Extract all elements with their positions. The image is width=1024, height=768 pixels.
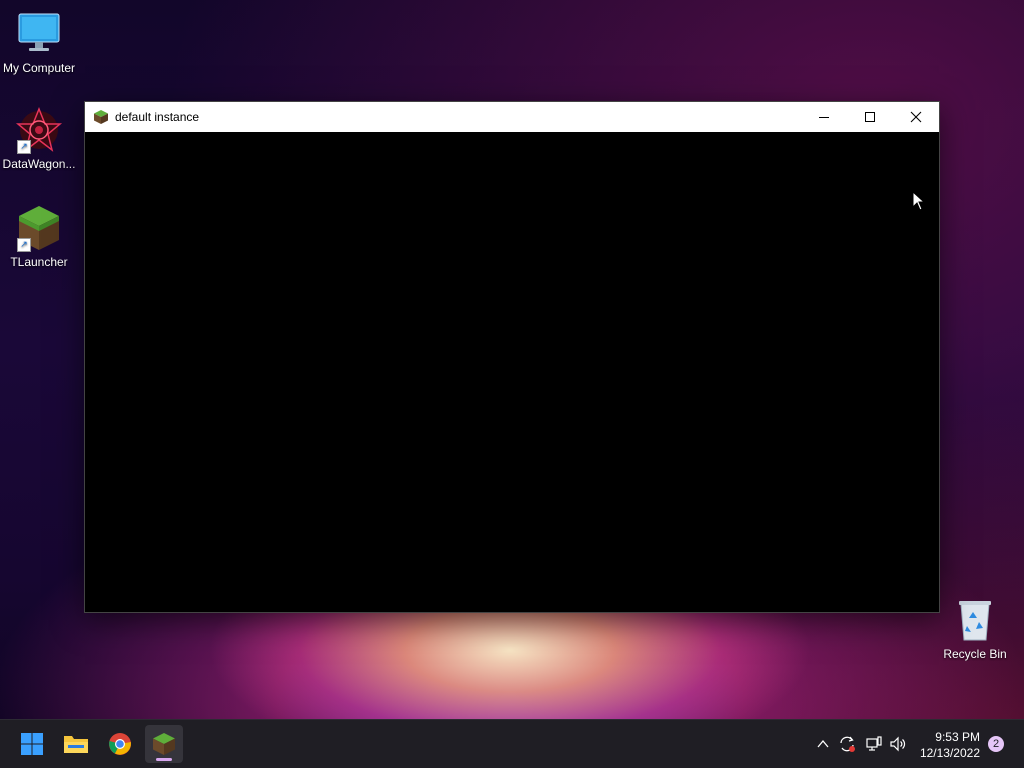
monitor-icon (15, 10, 63, 58)
window-titlebar[interactable]: default instance (85, 102, 939, 132)
shortcut-arrow-icon: ↗ (17, 140, 31, 154)
window-controls (801, 102, 939, 132)
minecraft-grass-block-icon (153, 733, 175, 755)
chevron-up-icon (817, 739, 829, 748)
taskbar-clock[interactable]: 9:53 PM 12/13/2022 (920, 729, 980, 761)
sync-icon (840, 736, 855, 752)
desktop-icon-label: Recycle Bin (943, 647, 1007, 661)
minecraft-grass-block-icon (93, 109, 109, 125)
taskbar-minecraft[interactable] (145, 725, 183, 763)
desktop-icon-label: My Computer (2, 61, 76, 75)
network-button[interactable] (864, 734, 884, 754)
app-window[interactable]: default instance (85, 102, 939, 612)
minimize-icon (819, 117, 829, 118)
datawagon-icon: ↗ (15, 106, 63, 154)
window-title: default instance (115, 110, 200, 124)
start-button[interactable] (13, 725, 51, 763)
taskbar: 9:53 PM 12/13/2022 2 (0, 719, 1024, 768)
game-canvas[interactable] (85, 132, 939, 612)
desktop-icon-label: DataWagon... (2, 157, 76, 171)
volume-icon (890, 736, 906, 752)
active-app-indicator (156, 758, 172, 761)
network-icon (866, 736, 882, 751)
volume-button[interactable] (888, 734, 908, 754)
desktop-icon-recycle-bin[interactable]: Recycle Bin (936, 596, 1014, 661)
desktop-icon-label: TLauncher (10, 255, 68, 269)
close-button[interactable] (893, 102, 939, 132)
close-icon (910, 111, 922, 123)
minimize-button[interactable] (801, 102, 847, 132)
clock-date: 12/13/2022 (919, 746, 980, 760)
mouse-cursor-icon (912, 191, 926, 211)
chrome-icon (109, 733, 131, 755)
maximize-button[interactable] (847, 102, 893, 132)
recycle-bin-icon (951, 596, 999, 644)
desktop-icon-datawagon[interactable]: ↗ DataWagon... (0, 106, 78, 171)
show-hidden-icons-button[interactable] (813, 734, 833, 754)
taskbar-chrome[interactable] (101, 725, 139, 763)
folder-icon (64, 736, 88, 753)
maximize-icon (865, 112, 875, 122)
desktop-icon-my-computer[interactable]: My Computer (0, 10, 78, 75)
sync-status-button[interactable] (837, 734, 857, 754)
notification-badge[interactable]: 2 (988, 736, 1004, 752)
taskbar-file-explorer[interactable] (57, 725, 95, 763)
shortcut-arrow-icon: ↗ (17, 238, 31, 252)
minecraft-grass-block-icon: ↗ (15, 204, 63, 252)
windows-logo-icon (21, 733, 43, 755)
clock-time: 9:53 PM (935, 730, 980, 744)
desktop-icon-tlauncher[interactable]: ↗ TLauncher (0, 204, 78, 269)
